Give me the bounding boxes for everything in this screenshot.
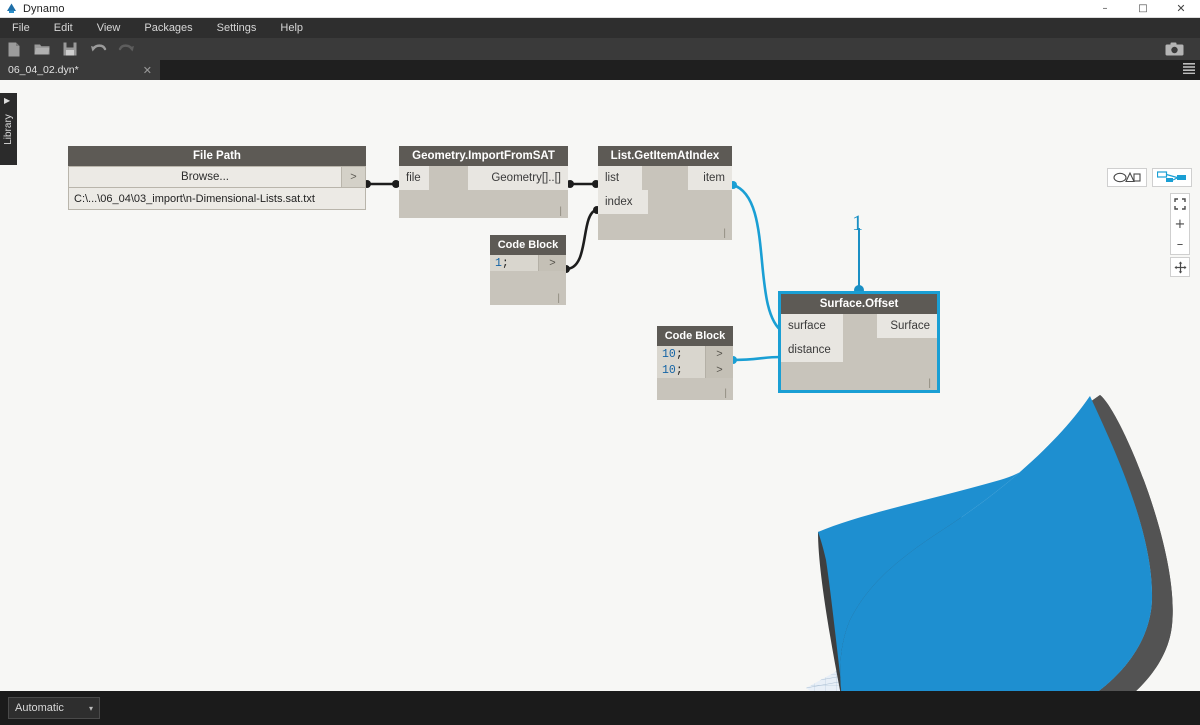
code-line[interactable]: 10; > bbox=[657, 346, 733, 362]
node-code-block-1[interactable]: Code Block 1; > bbox=[490, 235, 566, 305]
pan-icon[interactable] bbox=[1170, 257, 1190, 277]
surface-offset-port-row-surface: surface Surface bbox=[781, 314, 937, 338]
minimize-button[interactable]: – bbox=[1086, 0, 1124, 18]
new-file-icon[interactable] bbox=[0, 38, 28, 60]
chevron-down-icon: ▾ bbox=[88, 703, 93, 713]
node-file-path-title: File Path bbox=[68, 146, 366, 166]
file-path-value: C:\...\06_04\03_import\n-Dimensional-Lis… bbox=[68, 188, 366, 210]
port-out-item[interactable]: item bbox=[688, 166, 732, 190]
node-getitematindex-body: list item index bbox=[598, 166, 732, 240]
code-block-2-line-2[interactable]: 10; bbox=[657, 362, 705, 378]
port-spacer bbox=[642, 166, 688, 190]
camera-icon[interactable] bbox=[1160, 38, 1188, 60]
port-in-list[interactable]: list bbox=[598, 166, 642, 190]
menu-item-edit[interactable]: Edit bbox=[42, 18, 85, 38]
viewport-toggles bbox=[1107, 168, 1192, 187]
menu-item-settings[interactable]: Settings bbox=[205, 18, 269, 38]
port-in-distance[interactable]: distance bbox=[781, 338, 843, 362]
code-block-1-out-port-1[interactable]: > bbox=[538, 255, 566, 271]
node-code-block-1-title: Code Block bbox=[490, 235, 566, 255]
port-in-surface[interactable]: surface bbox=[781, 314, 843, 338]
zoom-controls: + – bbox=[1170, 193, 1190, 255]
port-in-index[interactable]: index bbox=[598, 190, 648, 214]
node-code-block-2-title: Code Block bbox=[657, 326, 733, 346]
node-surface-offset[interactable]: Surface.Offset surface Surface distance bbox=[778, 291, 940, 393]
tab-strip: 06_04_02.dyn* ✕ bbox=[0, 60, 1200, 80]
tab-close-icon[interactable]: ✕ bbox=[143, 64, 152, 77]
node-code-block-2[interactable]: Code Block 10; > 10; > bbox=[657, 326, 733, 400]
code-line[interactable]: 1; > bbox=[490, 255, 566, 271]
browse-row: Browse... > bbox=[68, 166, 366, 188]
port-spacer bbox=[843, 338, 937, 362]
node-surface-offset-footer bbox=[781, 362, 937, 390]
surface-offset-port-row-distance: distance bbox=[781, 338, 937, 362]
getitematindex-port-row-index: index bbox=[598, 190, 732, 214]
code-block-2-out-port-1[interactable]: > bbox=[705, 346, 733, 362]
node-surface-offset-body: surface Surface distance bbox=[781, 314, 937, 390]
graph-view-icon[interactable] bbox=[1152, 168, 1192, 187]
annotation-number-1: 1 bbox=[852, 210, 863, 235]
zoom-in-button[interactable]: + bbox=[1171, 214, 1189, 234]
code-block-1-line-1[interactable]: 1; bbox=[490, 255, 538, 271]
window-controls: – □ ✕ bbox=[1086, 0, 1200, 18]
run-mode-dropdown[interactable]: Automatic ▾ bbox=[8, 697, 100, 719]
browse-button[interactable]: Browse... bbox=[68, 166, 342, 188]
port-in-file[interactable]: file bbox=[399, 166, 429, 190]
toolbar-right-group bbox=[1160, 38, 1188, 60]
getitematindex-port-row-list: list item bbox=[598, 166, 732, 190]
status-bar: Automatic ▾ bbox=[0, 691, 1200, 725]
dynamo-logo-icon bbox=[6, 3, 17, 14]
node-code-block-2-footer bbox=[657, 378, 733, 400]
menu-item-packages[interactable]: Packages bbox=[132, 18, 204, 38]
open-folder-icon[interactable] bbox=[28, 38, 56, 60]
node-geometry-importfromsat[interactable]: Geometry.ImportFromSAT file Geometry[]..… bbox=[399, 146, 568, 218]
node-getitematindex-footer bbox=[598, 214, 732, 240]
run-mode-label: Automatic bbox=[15, 702, 64, 714]
port-spacer bbox=[429, 166, 468, 190]
node-importfromsat-title: Geometry.ImportFromSAT bbox=[399, 146, 568, 166]
importfromsat-port-row: file Geometry[]..[] bbox=[399, 166, 568, 190]
menu-item-file[interactable]: File bbox=[0, 18, 42, 38]
port-spacer bbox=[843, 314, 877, 338]
node-importfromsat-footer bbox=[399, 190, 568, 218]
geometry-view-icon[interactable] bbox=[1107, 168, 1147, 187]
library-expand-icon[interactable]: ▶ bbox=[4, 96, 10, 105]
node-importfromsat-body: file Geometry[]..[] bbox=[399, 166, 568, 218]
maximize-button[interactable]: □ bbox=[1124, 0, 1162, 18]
fit-to-screen-icon[interactable] bbox=[1171, 194, 1189, 214]
node-code-block-1-body: 1; > bbox=[490, 255, 566, 305]
app-title: Dynamo bbox=[23, 2, 65, 15]
menu-item-view[interactable]: View bbox=[85, 18, 133, 38]
code-block-2-out-port-2[interactable]: > bbox=[705, 362, 733, 378]
toolbar bbox=[0, 38, 1200, 60]
file-path-output-port[interactable]: > bbox=[342, 166, 366, 188]
close-button[interactable]: ✕ bbox=[1162, 0, 1200, 18]
zoom-out-button[interactable]: – bbox=[1171, 234, 1189, 254]
node-list-getitematindex[interactable]: List.GetItemAtIndex list item index bbox=[598, 146, 732, 240]
title-bar: Dynamo – □ ✕ bbox=[0, 0, 1200, 18]
graph-canvas[interactable]: 1 File Path Browse... > C:\...\06_04\03_… bbox=[0, 80, 1200, 691]
port-out-geometry[interactable]: Geometry[]..[] bbox=[468, 166, 568, 190]
node-code-block-2-body: 10; > 10; > bbox=[657, 346, 733, 400]
node-file-path[interactable]: File Path Browse... > C:\...\06_04\03_im… bbox=[68, 146, 366, 210]
node-code-block-1-footer bbox=[490, 271, 566, 305]
menu-bar: File Edit View Packages Settings Help bbox=[0, 18, 1200, 38]
node-surface-offset-title: Surface.Offset bbox=[781, 294, 937, 314]
node-getitematindex-title: List.GetItemAtIndex bbox=[598, 146, 732, 166]
undo-icon[interactable] bbox=[84, 38, 112, 60]
code-line[interactable]: 10; > bbox=[657, 362, 733, 378]
redo-icon[interactable] bbox=[112, 38, 140, 60]
document-tab[interactable]: 06_04_02.dyn* ✕ bbox=[0, 60, 160, 80]
node-file-path-body: Browse... > C:\...\06_04\03_import\n-Dim… bbox=[68, 166, 366, 210]
save-icon[interactable] bbox=[56, 38, 84, 60]
document-tab-label: 06_04_02.dyn* bbox=[8, 64, 79, 76]
dynamo-window: Dynamo – □ ✕ File Edit View Packages Set… bbox=[0, 0, 1200, 725]
port-spacer bbox=[648, 190, 732, 214]
code-block-2-line-1[interactable]: 10; bbox=[657, 346, 705, 362]
hamburger-menu-icon[interactable] bbox=[1182, 61, 1196, 79]
menu-item-help[interactable]: Help bbox=[268, 18, 315, 38]
port-out-surface[interactable]: Surface bbox=[877, 314, 937, 338]
library-label: Library bbox=[3, 113, 15, 145]
